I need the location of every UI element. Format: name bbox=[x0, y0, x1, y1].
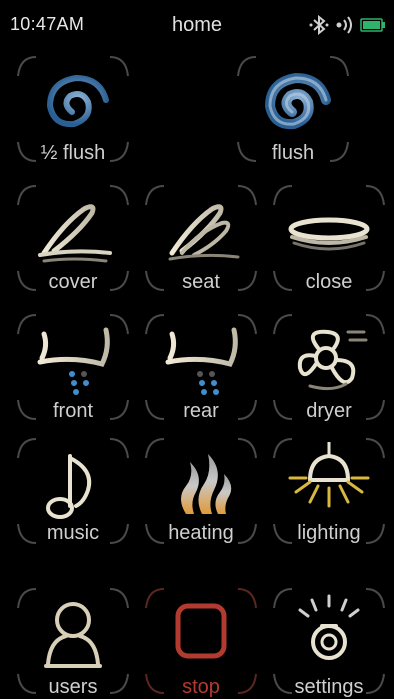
status-bar: 10:47AM home bbox=[0, 0, 394, 48]
dryer-label: dryer bbox=[306, 400, 352, 422]
settings-label: settings bbox=[294, 676, 364, 698]
wireless-signal-icon bbox=[336, 16, 352, 34]
users-label: users bbox=[48, 676, 98, 698]
cover-label: cover bbox=[48, 271, 98, 293]
flush-label: flush bbox=[271, 142, 315, 164]
heating-label: heating bbox=[168, 522, 234, 544]
status-icons bbox=[308, 14, 386, 36]
stop-label: stop bbox=[182, 676, 220, 698]
music-label: music bbox=[46, 522, 100, 544]
close-label: close bbox=[305, 271, 353, 293]
front-label: front bbox=[52, 400, 94, 422]
seat-label: seat bbox=[182, 271, 220, 293]
half-flush-label: ½ flush bbox=[40, 142, 106, 164]
rear-label: rear bbox=[183, 400, 219, 422]
lighting-label: lighting bbox=[297, 522, 361, 544]
battery-icon bbox=[360, 18, 385, 32]
bluetooth-connected-icon bbox=[309, 15, 329, 35]
